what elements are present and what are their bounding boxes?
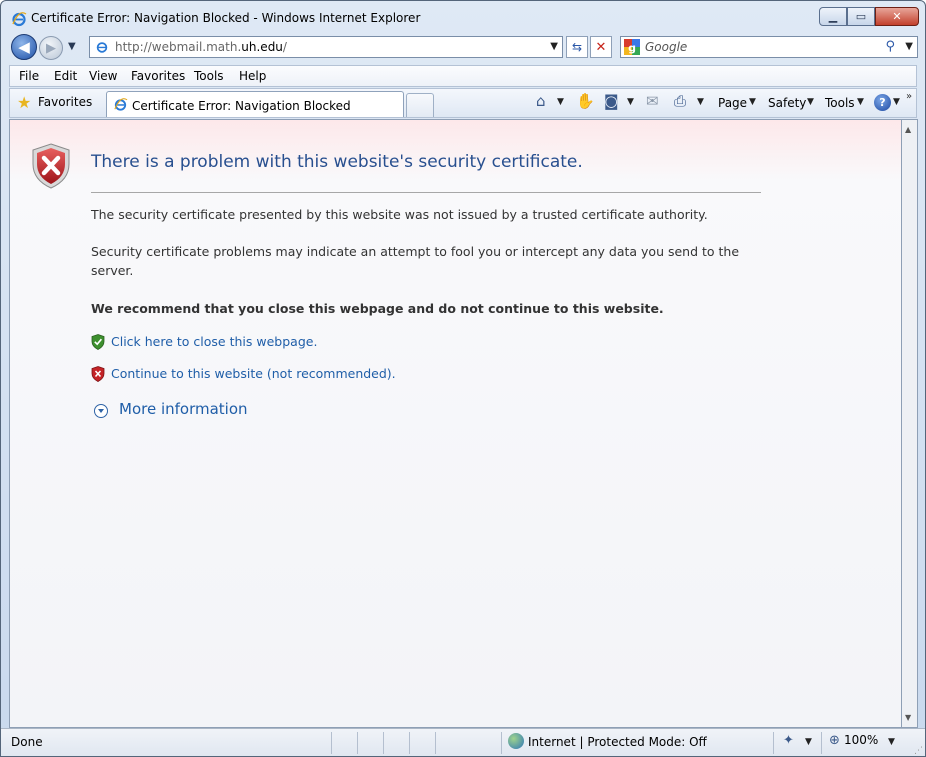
stop-icon: ✕ <box>595 39 607 55</box>
addons-icon[interactable]: ✦ <box>783 733 794 748</box>
tab-ie-icon <box>114 98 128 111</box>
forward-arrow-icon: ▶ <box>46 40 56 56</box>
title-bar: Certificate Error: Navigation Blocked - … <box>1 1 925 35</box>
hand-icon[interactable]: ✋ <box>576 92 595 110</box>
google-icon: g <box>624 39 640 55</box>
status-separator <box>773 732 774 754</box>
close-icon: ✕ <box>892 10 902 23</box>
favorites-button[interactable]: Favorites <box>38 95 92 109</box>
maximize-button[interactable]: ▭ <box>847 7 875 26</box>
menu-view[interactable]: View <box>89 69 117 83</box>
address-dropdown-icon[interactable]: ▼ <box>550 41 558 52</box>
status-separator <box>383 732 384 754</box>
status-separator <box>331 732 332 754</box>
menu-file[interactable]: File <box>19 69 39 83</box>
continue-to-website-link[interactable]: Continue to this website (not recommende… <box>111 366 396 381</box>
favorites-star-icon[interactable]: ★ <box>17 93 31 112</box>
safety-menu-button[interactable]: Safety <box>768 96 806 110</box>
maximize-icon: ▭ <box>855 10 867 23</box>
feeds-icon[interactable]: ◙ <box>604 92 619 110</box>
home-icon[interactable]: ⌂ <box>536 92 546 110</box>
menu-edit[interactable]: Edit <box>54 69 77 83</box>
refresh-button[interactable]: ⇆ <box>566 36 588 58</box>
print-icon[interactable]: ⎙ <box>674 92 686 110</box>
risk-explanation: Security certificate problems may indica… <box>91 244 740 278</box>
help-dropdown-icon[interactable]: ▼ <box>893 97 900 107</box>
resize-grip-icon[interactable]: ⋰ <box>914 746 923 756</box>
minimize-icon: ▁ <box>828 10 838 23</box>
green-shield-icon <box>91 334 105 350</box>
window-title: Certificate Error: Navigation Blocked - … <box>31 11 421 25</box>
search-provider-dropdown[interactable]: ▼ <box>905 41 913 52</box>
tools-menu-button[interactable]: Tools <box>825 96 855 110</box>
print-dropdown-icon[interactable]: ▼ <box>697 97 704 107</box>
minimize-button[interactable]: ▁ <box>819 7 847 26</box>
scroll-up-arrow-icon[interactable]: ▲ <box>905 125 911 134</box>
status-bar: Done Internet | Protected Mode: Off ✦ ▼ … <box>1 728 925 756</box>
status-separator <box>357 732 358 754</box>
error-shield-icon <box>32 143 70 189</box>
menu-tools[interactable]: Tools <box>194 69 224 83</box>
address-url[interactable]: http://webmail.math.uh.edu/ <box>115 40 287 54</box>
zoom-dropdown-icon[interactable]: ▼ <box>888 737 895 747</box>
issuer-explanation: The security certificate presented by th… <box>91 207 708 222</box>
zoom-level[interactable]: 100% <box>844 733 878 747</box>
toolbar-overflow-chevron-icon[interactable]: » <box>906 91 912 102</box>
address-bar[interactable]: http://webmail.math.uh.edu/ ▼ <box>89 36 563 58</box>
search-icon[interactable]: ⚲ <box>885 39 895 54</box>
status-separator <box>501 732 502 754</box>
search-box[interactable]: g Google ⚲ ▼ <box>620 36 918 58</box>
new-tab-button[interactable] <box>406 93 434 117</box>
page-menu-button[interactable]: Page <box>718 96 747 110</box>
recommendation-text: We recommend that you close this webpage… <box>91 301 664 316</box>
mail-icon[interactable]: ✉ <box>646 92 659 110</box>
page-title: There is a problem with this website's s… <box>91 152 583 172</box>
globe-icon <box>508 733 524 749</box>
red-shield-icon <box>91 366 105 382</box>
navigation-bar: ◀ ▶ ▼ http://webmail.math.uh.edu/ ▼ ⇆ ✕ … <box>1 33 925 63</box>
refresh-icon: ⇆ <box>571 40 583 54</box>
menu-help[interactable]: Help <box>239 69 266 83</box>
stop-button[interactable]: ✕ <box>590 36 612 58</box>
caption-buttons: ▁ ▭ ✕ <box>819 7 919 27</box>
feeds-dropdown-icon[interactable]: ▼ <box>627 97 634 107</box>
help-icon[interactable]: ? <box>874 94 891 111</box>
page-dropdown-icon[interactable]: ▼ <box>749 97 756 107</box>
page-ie-icon <box>96 42 108 53</box>
back-arrow-icon: ◀ <box>18 38 30 56</box>
safety-dropdown-icon[interactable]: ▼ <box>807 97 814 107</box>
status-separator <box>409 732 410 754</box>
favorites-bar: ★ Favorites Certificate Error: Navigatio… <box>9 88 917 118</box>
status-text: Done <box>11 735 43 749</box>
recent-pages-dropdown[interactable]: ▼ <box>68 41 76 52</box>
vertical-scrollbar[interactable]: ▲ ▼ <box>901 119 918 728</box>
search-input[interactable]: Google <box>645 40 687 54</box>
home-dropdown-icon[interactable]: ▼ <box>557 97 564 107</box>
tab-certificate-error[interactable]: Certificate Error: Navigation Blocked <box>106 91 404 117</box>
divider <box>91 192 761 193</box>
ie-logo-icon <box>12 12 27 27</box>
more-information-link[interactable]: More information <box>119 400 248 418</box>
status-separator <box>435 732 436 754</box>
expand-circle-icon[interactable] <box>94 404 108 418</box>
status-separator <box>821 732 822 754</box>
tools-dropdown-icon[interactable]: ▼ <box>857 97 864 107</box>
close-window-button[interactable]: ✕ <box>875 7 919 26</box>
zoom-icon[interactable]: ⊕ <box>829 733 840 748</box>
back-button[interactable]: ◀ <box>11 34 37 60</box>
menu-bar: File Edit View Favorites Tools Help <box>9 65 917 87</box>
menu-favorites[interactable]: Favorites <box>131 69 185 83</box>
forward-button[interactable]: ▶ <box>39 36 63 60</box>
close-webpage-link[interactable]: Click here to close this webpage. <box>111 334 317 349</box>
ie-window: Certificate Error: Navigation Blocked - … <box>0 0 926 757</box>
tab-title: Certificate Error: Navigation Blocked <box>132 99 351 113</box>
page-content: There is a problem with this website's s… <box>9 119 901 728</box>
addons-dropdown-icon[interactable]: ▼ <box>805 737 812 747</box>
security-zone[interactable]: Internet | Protected Mode: Off <box>528 735 707 749</box>
svg-text:g: g <box>628 42 636 55</box>
scroll-down-arrow-icon[interactable]: ▼ <box>905 713 911 722</box>
